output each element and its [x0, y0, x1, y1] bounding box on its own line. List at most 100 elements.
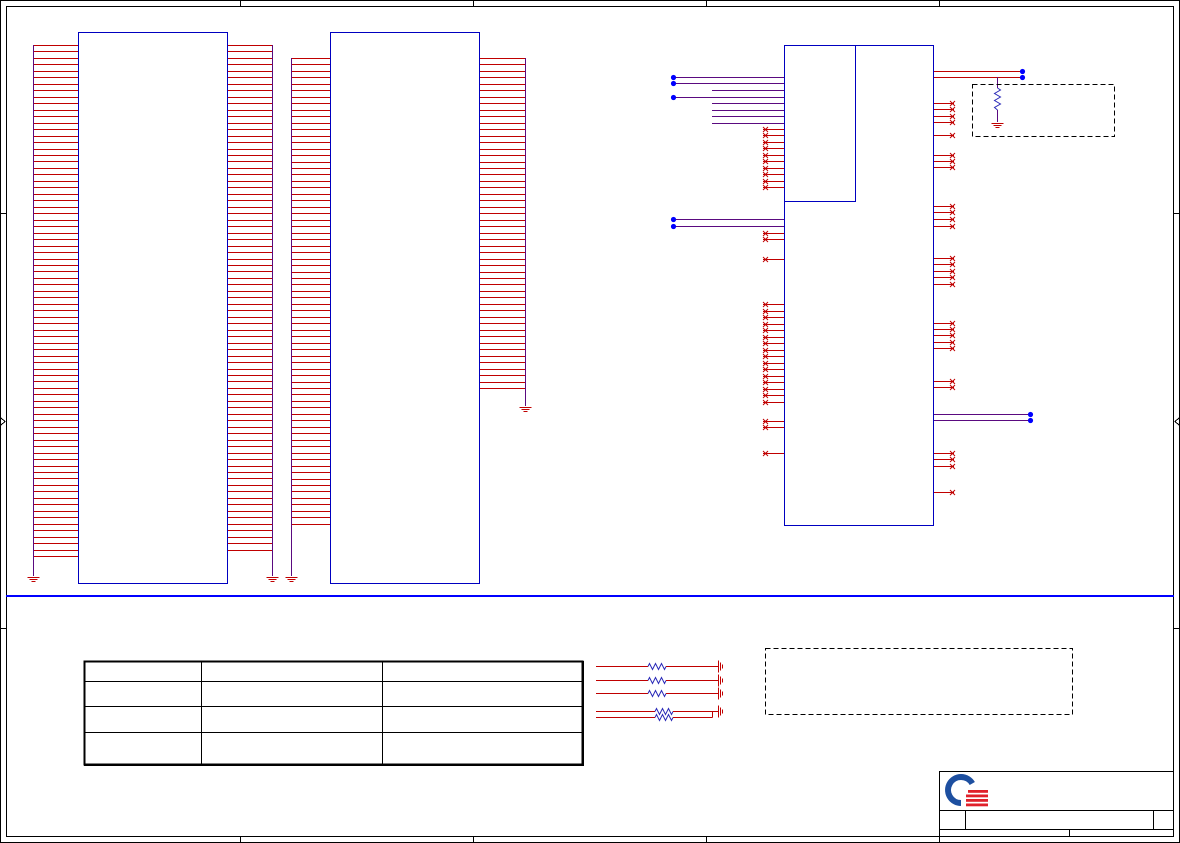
- no-connect-pin: [934, 450, 956, 457]
- title-block: [939, 771, 1174, 837]
- logo-stripe: [968, 790, 988, 793]
- junction-dot-icon: [670, 216, 677, 223]
- junction-dot-icon: [670, 223, 677, 230]
- resistor-row: [596, 674, 723, 687]
- ground-icon: [718, 705, 723, 718]
- no-connect-pin: [762, 145, 784, 152]
- note-box: [765, 648, 1073, 715]
- ground-icon: [991, 123, 1004, 128]
- resistor-icon: [654, 713, 674, 722]
- junction-dot-icon: [1019, 74, 1026, 81]
- connector-right-pins: [480, 58, 525, 389]
- connector-left-pins: [33, 45, 78, 557]
- no-connect-pin: [762, 158, 784, 165]
- table-cell: [382, 661, 584, 682]
- no-connect-pin: [934, 384, 956, 391]
- ic-sub-block: [784, 45, 856, 202]
- table-cell: [84, 706, 202, 733]
- no-connect-pin: [762, 314, 784, 321]
- zone-arrow-icon: [1174, 417, 1180, 426]
- no-connect-pin: [934, 113, 956, 120]
- resistor-row: [596, 660, 723, 673]
- no-connect-pin: [934, 255, 956, 262]
- junction-dot-icon: [1027, 417, 1034, 424]
- connector-right-pins: [228, 45, 272, 551]
- ground-icon: [285, 577, 298, 582]
- ground-icon: [718, 674, 723, 687]
- ic-left-pins: [670, 74, 784, 457]
- resistor-icon: [647, 689, 667, 698]
- ground-icon: [266, 577, 279, 582]
- no-connect-pin: [762, 165, 784, 172]
- outer-border: [0, 0, 1180, 843]
- no-connect-pin: [934, 463, 956, 470]
- no-connect-pin: [934, 345, 956, 352]
- no-connect-pin: [762, 184, 784, 191]
- resistor-pair: [596, 705, 723, 722]
- resistor-row: [596, 687, 723, 700]
- no-connect-pin: [762, 178, 784, 185]
- table-cell: [84, 681, 202, 707]
- connector-left: [27, 32, 279, 584]
- table-cell: [201, 706, 383, 733]
- no-connect-pin: [762, 139, 784, 146]
- no-connect-pin: [934, 203, 956, 210]
- no-connect-pin: [934, 106, 956, 113]
- connector-body: [78, 32, 228, 584]
- no-connect-pin: [762, 132, 784, 139]
- ground-icon: [718, 660, 723, 673]
- drawing-frame: [0, 0, 1180, 843]
- resistor-icon: [654, 707, 674, 716]
- logo-stripe: [966, 794, 988, 798]
- no-connect-pin: [762, 152, 784, 159]
- no-connect-pin: [762, 386, 784, 393]
- note-dashed-box: [765, 648, 1073, 715]
- no-connect-pin: [762, 399, 784, 406]
- no-connect-pin: [762, 353, 784, 360]
- table-cell: [382, 706, 584, 733]
- resistor-icon: [993, 87, 1002, 111]
- table-cell: [382, 732, 584, 766]
- resistor-icon: [647, 662, 667, 671]
- no-connect-pin: [934, 132, 956, 139]
- ground-icon: [519, 407, 532, 412]
- table-cell: [84, 732, 202, 766]
- no-connect-pin: [762, 450, 784, 457]
- ground-icon: [718, 687, 723, 700]
- no-connect-pin: [934, 378, 956, 385]
- no-connect-pin: [934, 332, 956, 339]
- ground-icon: [27, 577, 40, 582]
- company-logo-icon: [945, 774, 988, 807]
- no-connect-pin: [934, 268, 956, 275]
- no-connect-pin: [762, 308, 784, 315]
- no-connect-pin: [934, 223, 956, 230]
- no-connect-pin: [762, 379, 784, 386]
- no-connect-pin: [762, 301, 784, 308]
- no-connect-pin: [762, 256, 784, 263]
- logo-stripe: [966, 799, 988, 802]
- no-connect-pin: [762, 418, 784, 425]
- table-cell: [84, 661, 202, 682]
- junction-dot-icon: [670, 80, 677, 87]
- no-connect-pin: [762, 340, 784, 347]
- inner-border: [6, 6, 1174, 837]
- no-connect-pin: [762, 424, 784, 431]
- option-dashed-box: [972, 84, 1115, 137]
- table-cell: [201, 681, 383, 707]
- no-connect-pin: [934, 209, 956, 216]
- no-connect-pin: [934, 216, 956, 223]
- ic-right-pins: [934, 68, 1034, 496]
- no-connect-pin: [762, 321, 784, 328]
- no-connect-pin: [762, 126, 784, 133]
- no-connect-pin: [934, 152, 956, 159]
- notes-table: [83, 660, 584, 766]
- no-connect-pin: [934, 339, 956, 346]
- no-connect-pin: [934, 456, 956, 463]
- junction-dot-icon: [1019, 68, 1026, 75]
- table-cell: [382, 681, 584, 707]
- no-connect-pin: [762, 327, 784, 334]
- no-connect-pin: [934, 274, 956, 281]
- connector-left-pins: [291, 58, 330, 525]
- no-connect-pin: [762, 171, 784, 178]
- table-cell: [201, 661, 383, 682]
